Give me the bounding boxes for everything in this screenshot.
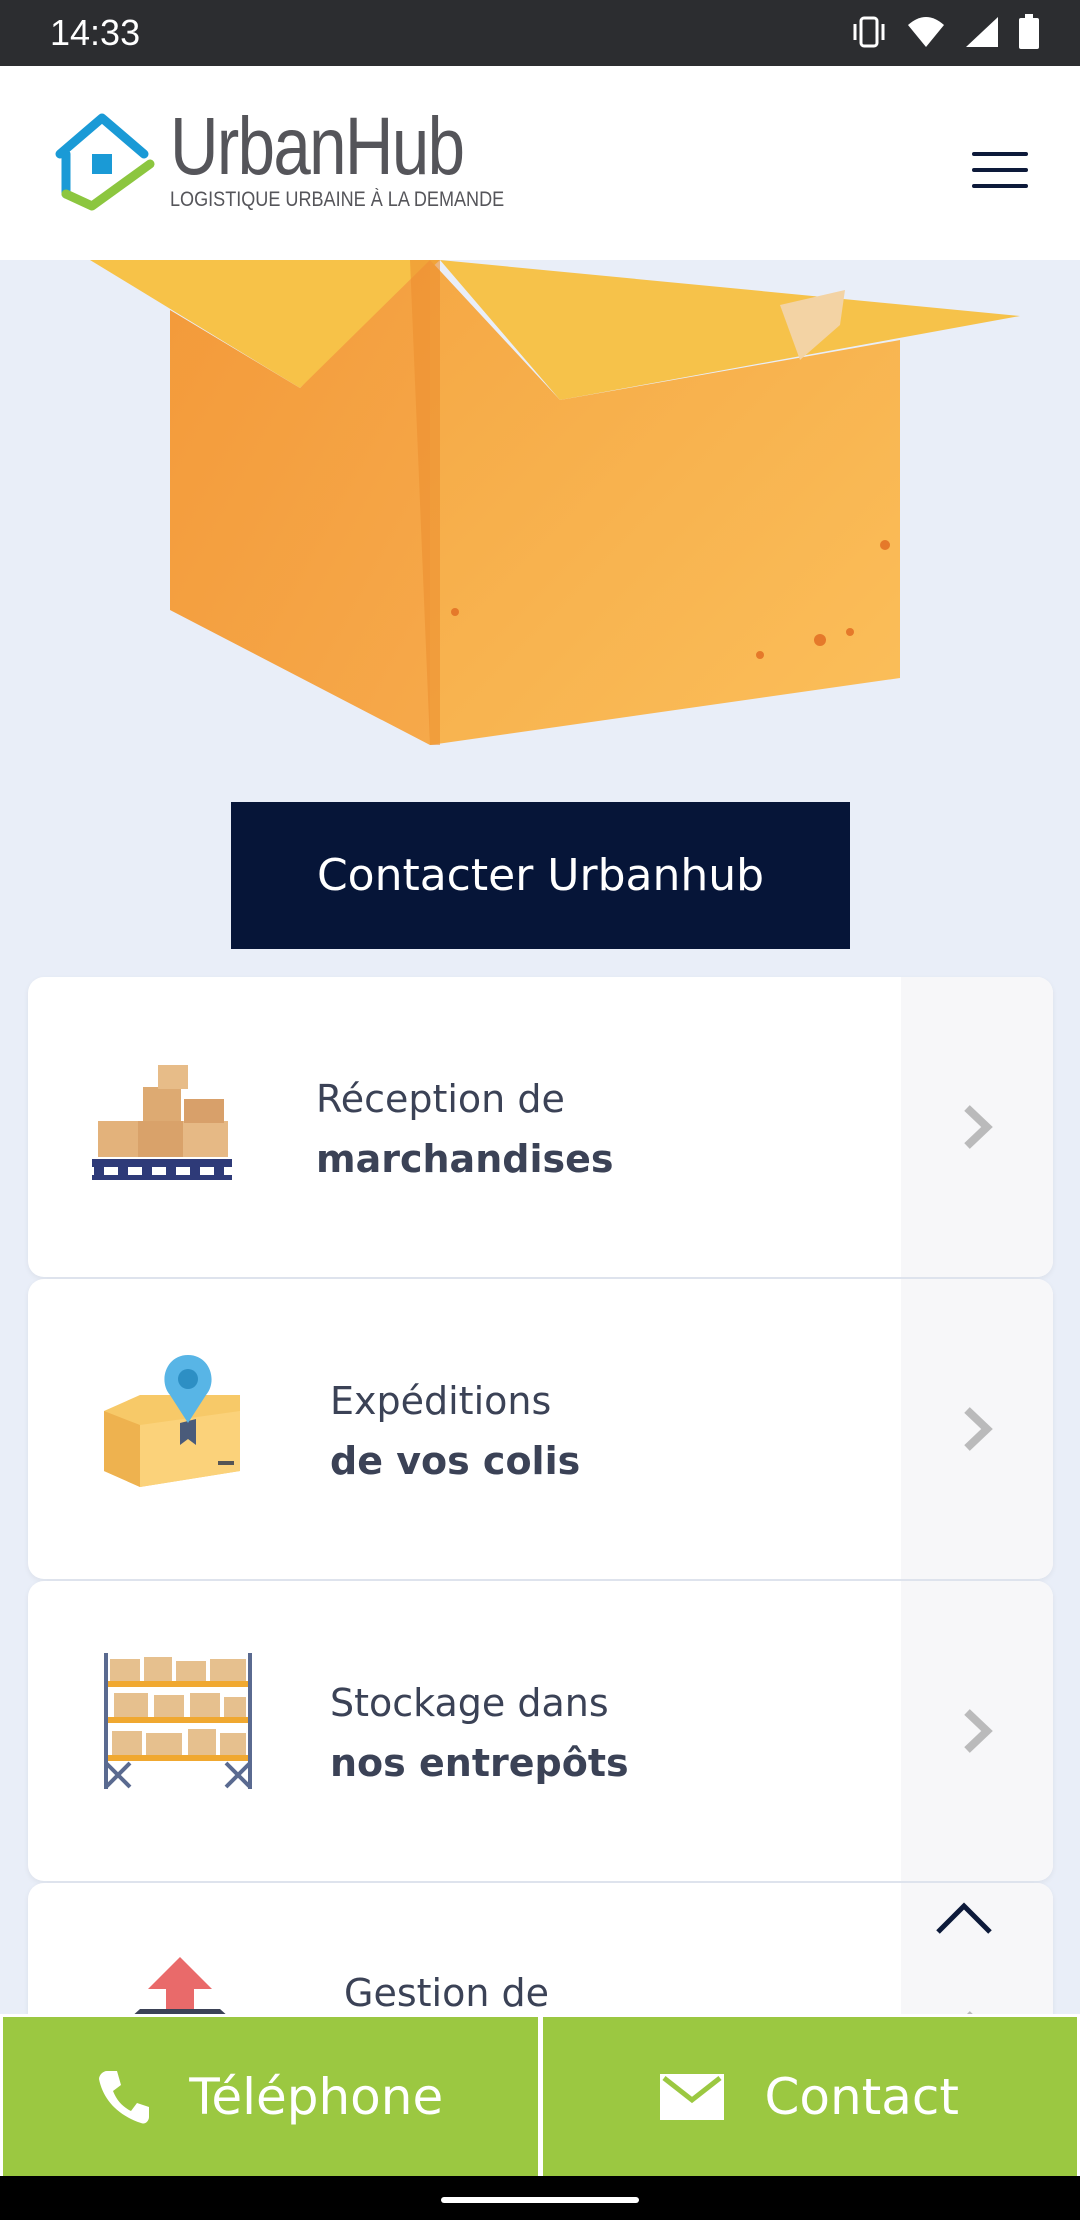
chevron-right-icon — [964, 1709, 993, 1753]
parcel-location-icon — [104, 1355, 240, 1487]
brand-tagline: LOGISTIQUE URBAINE À LA DEMANDE — [170, 188, 505, 211]
service-card-expeditions[interactable]: Expéditions de vos colis — [28, 1279, 1053, 1579]
contact-urbanhub-button[interactable]: Contacter Urbanhub — [231, 802, 850, 949]
scroll-to-top-chevron-up-icon[interactable] — [934, 1898, 994, 1938]
status-time: 14:33 — [50, 12, 141, 53]
envelope-icon — [660, 2073, 725, 2120]
service-line1: Réception de — [316, 1077, 565, 1121]
service-card-stockage[interactable]: Stockage dans nos entrepôts — [28, 1581, 1053, 1881]
warehouse-shelves-icon — [104, 1653, 252, 1789]
telephone-button[interactable]: Téléphone — [0, 2014, 540, 2176]
urbanhub-logo-icon[interactable] — [52, 110, 156, 214]
home-gesture-handle[interactable] — [441, 2197, 639, 2203]
system-navigation-bar — [0, 2176, 1080, 2220]
site-header: UrbanHub LOGISTIQUE URBAINE À LA DEMANDE — [0, 66, 1080, 260]
service-line2: de vos colis — [330, 1439, 581, 1483]
battery-icon — [1019, 14, 1039, 49]
chevron-right-icon — [964, 1407, 993, 1451]
service-arrow[interactable] — [901, 977, 1053, 1277]
service-line2: nos entrepôts — [330, 1741, 629, 1785]
bottom-action-bar: Téléphone Contact — [0, 2014, 1080, 2176]
phone-icon — [99, 2070, 150, 2124]
contact-button[interactable]: Contact — [539, 2014, 1080, 2176]
brand-name: UrbanHub — [170, 101, 465, 192]
service-line2: marchandises — [316, 1137, 614, 1181]
service-arrow[interactable] — [901, 1279, 1053, 1579]
contact-label: Contact — [764, 2067, 960, 2126]
service-line1: Expéditions — [330, 1379, 552, 1423]
service-arrow[interactable] — [901, 1581, 1053, 1881]
chevron-right-icon — [964, 1105, 993, 1149]
status-bar: 14:33 — [0, 0, 1080, 66]
signal-icon — [966, 17, 998, 47]
vibrate-icon — [853, 16, 885, 48]
wifi-icon — [908, 17, 944, 47]
telephone-label: Téléphone — [189, 2067, 444, 2126]
hamburger-menu-icon[interactable] — [972, 152, 1028, 192]
pallet-boxes-icon — [92, 1065, 232, 1180]
service-line1: Stockage dans — [330, 1681, 609, 1725]
service-card-reception[interactable]: Réception de marchandises — [28, 977, 1053, 1277]
